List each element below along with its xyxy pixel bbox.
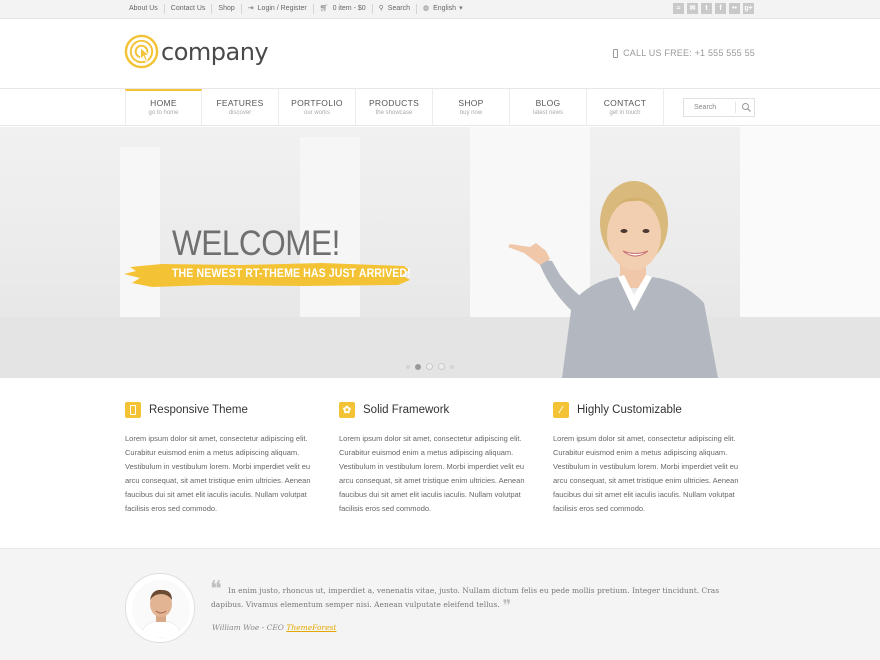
top-link-about-label[interactable]: About Us	[129, 4, 158, 14]
nav-item-sub: our works	[303, 110, 330, 116]
mobile-icon	[125, 402, 141, 418]
search-input[interactable]: Search	[683, 98, 755, 117]
author-name: William Woe - CEO	[212, 623, 284, 632]
top-link-login-label[interactable]: Login / Register	[258, 4, 307, 14]
feature-title: Responsive Theme	[149, 404, 248, 416]
nav-item-sub: discover	[228, 110, 252, 116]
top-link-search[interactable]: ⚲ Search	[373, 4, 417, 14]
top-link-shop[interactable]: Shop	[212, 4, 242, 14]
slider-dot-1[interactable]	[415, 363, 421, 370]
twitter-icon[interactable]: t	[701, 3, 712, 14]
feature-head: ✿ Solid Framework	[339, 402, 534, 418]
slider-dots	[406, 363, 454, 370]
gear-icon: ✿	[339, 402, 355, 418]
search-placeholder: Search	[694, 104, 717, 111]
cart-icon: 🛒︎	[319, 5, 329, 12]
feature-head: ⁄ Highly Customizable	[553, 402, 748, 418]
nav-item-sub: latest news	[532, 110, 563, 116]
hero-slider: WELCOME! THE NEWEST RT-THEME HAS JUST AR…	[0, 127, 880, 378]
search-icon[interactable]	[741, 102, 752, 113]
hero-title: WELCOME!	[172, 224, 340, 263]
feature-title: Solid Framework	[363, 404, 450, 416]
logo[interactable]: company	[124, 34, 269, 69]
nav-item-sub: buy now	[459, 110, 483, 116]
feature-title: Highly Customizable	[577, 404, 682, 416]
social-icons: ≈ ✉ t f •• g+	[673, 3, 754, 14]
feature-body: Lorem ipsum dolor sit amet, consectetur …	[553, 434, 739, 513]
search-divider	[735, 102, 736, 113]
login-icon: ⇥	[247, 5, 254, 12]
avatar-photo	[132, 580, 190, 638]
feature-head: Responsive Theme	[125, 402, 320, 418]
phone-icon	[613, 48, 619, 58]
slider-dot-edge	[406, 364, 410, 369]
hero-model-image	[508, 181, 718, 378]
nav-item-label[interactable]: BLOG	[510, 98, 586, 108]
nav-item-portfolio[interactable]: PORTFOLIO our works	[279, 89, 356, 126]
logo-text: company	[161, 37, 269, 66]
top-link-cart[interactable]: 🛒︎ 0 item - $0	[314, 4, 373, 14]
nav-item-features[interactable]: FEATURES discover	[202, 89, 279, 126]
nav-item-label[interactable]: CONTACT	[587, 98, 663, 108]
nav-item-products[interactable]: PRODUCTS the showcase	[356, 89, 433, 126]
nav-item-blog[interactable]: BLOG latest news	[510, 89, 587, 126]
feature-responsive: Responsive Theme Lorem ipsum dolor sit a…	[125, 402, 320, 516]
flickr-icon[interactable]: ••	[729, 3, 740, 14]
call-us-text: CALL US FREE: +1 555 555 55	[623, 48, 755, 58]
testimonial-author: William Woe - CEO ThemeForest	[212, 623, 336, 632]
feature-framework: ✿ Solid Framework Lorem ipsum dolor sit …	[339, 402, 534, 516]
feature-body: Lorem ipsum dolor sit amet, consectetur …	[339, 434, 525, 513]
feature-body: Lorem ipsum dolor sit amet, consectetur …	[125, 434, 311, 513]
magic-wand-icon: ⁄	[553, 402, 569, 418]
testimonial-quote: In enim justo, rhoncus ut, imperdiet a, …	[211, 584, 751, 615]
google-plus-icon[interactable]: g+	[743, 3, 754, 14]
facebook-icon[interactable]: f	[715, 3, 726, 14]
top-link-login[interactable]: ⇥ Login / Register	[242, 4, 314, 14]
testimonial-quote-text: In enim justo, rhoncus ut, imperdiet a, …	[211, 586, 720, 609]
nav-item-label[interactable]: SHOP	[433, 98, 509, 108]
top-link-shop-label[interactable]: Shop	[218, 4, 234, 14]
slider-dot-3[interactable]	[438, 363, 445, 370]
features-section: Responsive Theme Lorem ipsum dolor sit a…	[0, 378, 880, 548]
nav-item-sub: go to home	[148, 110, 179, 116]
nav-item-shop[interactable]: SHOP buy now	[433, 89, 510, 126]
call-us: CALL US FREE: +1 555 555 55	[613, 48, 755, 58]
nav-item-sub: the showcase	[375, 110, 413, 116]
top-link-contact[interactable]: Contact Us	[165, 4, 213, 14]
top-link-contact-label[interactable]: Contact Us	[171, 4, 206, 14]
mail-icon[interactable]: ✉	[687, 3, 698, 14]
top-links: About Us Contact Us Shop ⇥ Login / Regist…	[123, 4, 469, 14]
chevron-down-icon: ▾	[459, 5, 463, 12]
feature-customizable: ⁄ Highly Customizable Lorem ipsum dolor …	[553, 402, 748, 516]
top-link-about[interactable]: About Us	[123, 4, 165, 14]
nav-item-label[interactable]: FEATURES	[202, 98, 278, 108]
main-nav: HOME go to home FEATURES discover PORTFOLI…	[0, 88, 880, 126]
nav-item-sub: get in touch	[609, 110, 641, 116]
top-link-language[interactable]: ◍ English ▾	[417, 4, 469, 14]
nav-item-label[interactable]: PRODUCTS	[356, 98, 432, 108]
top-link-cart-label[interactable]: 0 item - $0	[333, 4, 366, 14]
top-bar: About Us Contact Us Shop ⇥ Login / Regist…	[0, 0, 880, 19]
globe-icon: ◍	[422, 5, 430, 12]
avatar	[125, 573, 195, 643]
testimonial-section: ❝ In enim justo, rhoncus ut, imperdiet a…	[0, 548, 880, 660]
author-company-link[interactable]: ThemeForest	[286, 623, 336, 632]
language-select[interactable]: English	[433, 4, 456, 14]
nav-items: HOME go to home FEATURES discover PORTFOLI…	[125, 89, 664, 126]
nav-item-label[interactable]: PORTFOLIO	[279, 98, 355, 108]
nav-item-contact[interactable]: CONTACT get in touch	[587, 89, 664, 126]
top-link-search-label[interactable]: Search	[388, 4, 410, 14]
logo-mark-icon	[124, 34, 159, 69]
quote-close-icon: ❞	[502, 596, 512, 615]
nav-item-label[interactable]: HOME	[126, 98, 201, 108]
rss-icon[interactable]: ≈	[673, 3, 684, 14]
nav-item-home[interactable]: HOME go to home	[125, 89, 202, 126]
slider-dot-2[interactable]	[426, 363, 433, 370]
slider-dot-edge	[450, 364, 454, 369]
hero-tagline: THE NEWEST RT-THEME HAS JUST ARRIVED!	[172, 268, 411, 280]
search-icon: ⚲	[378, 5, 384, 12]
